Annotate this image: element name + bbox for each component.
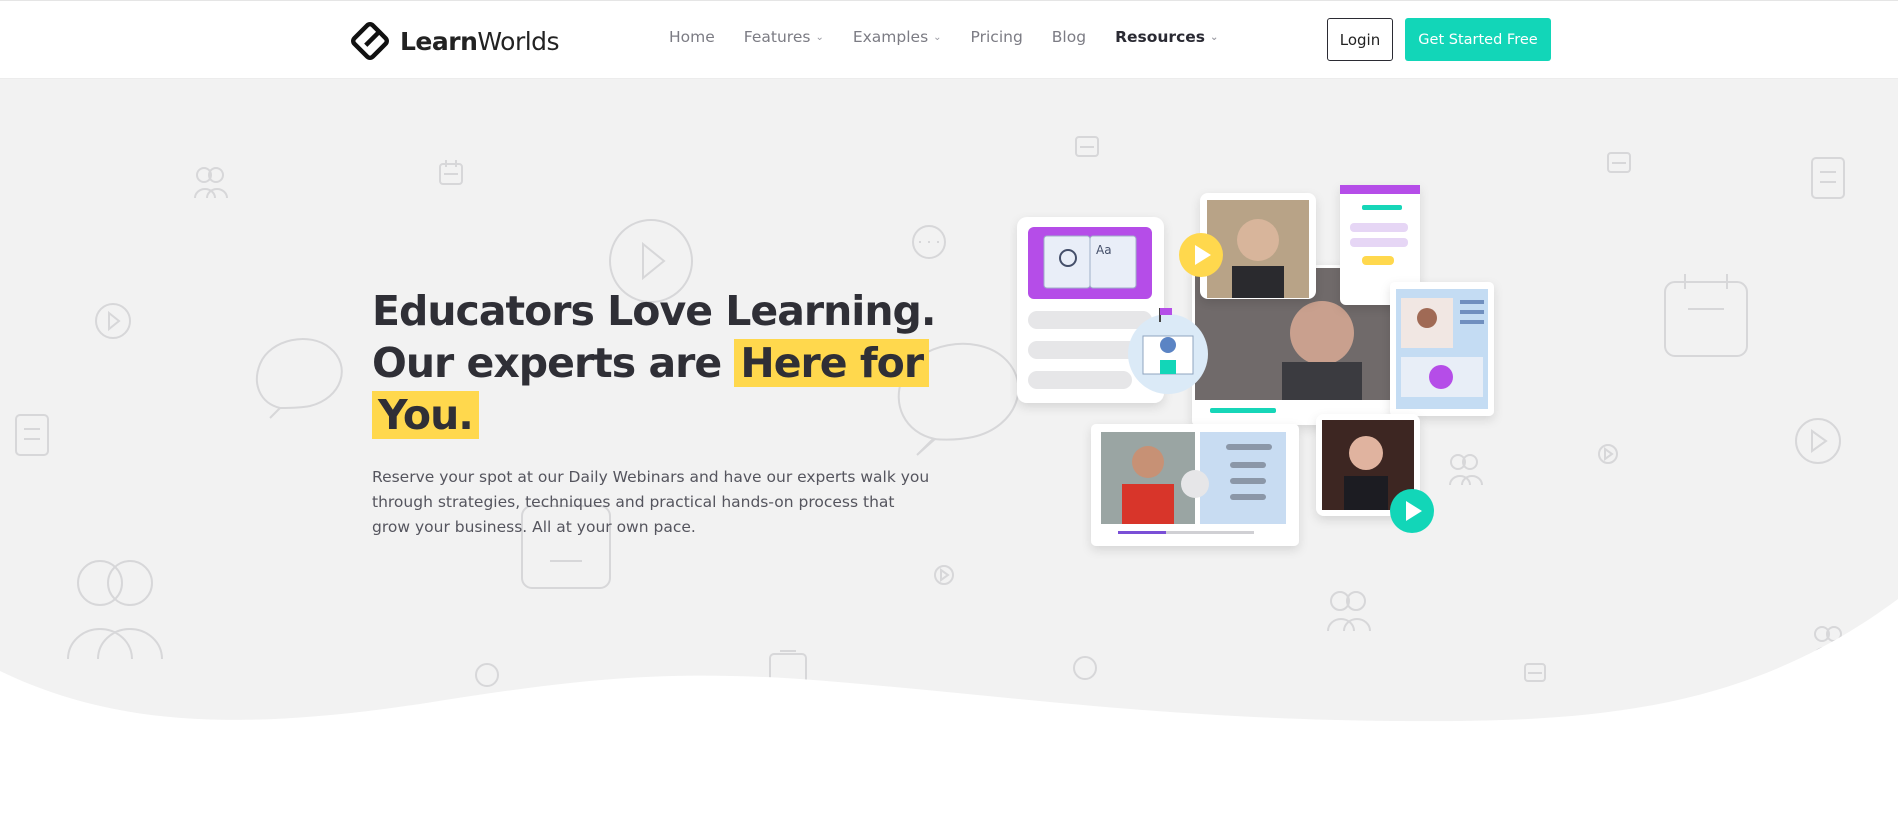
hero-section: Educators Love Learning. Our experts are… [0,79,1898,828]
nav-features[interactable]: Features ⌄ [744,28,824,46]
headline-highlight: Here for [734,339,930,387]
nav-pricing[interactable]: Pricing [971,28,1023,46]
nav-resources[interactable]: Resources ⌄ [1115,28,1218,46]
svg-text:Aa: Aa [1096,243,1112,257]
hero-headline: Educators Love Learning. Our experts are… [372,285,936,441]
video-lesson-card-left [1091,424,1299,546]
learnworlds-logo-icon [351,22,389,60]
nav-examples[interactable]: Examples ⌄ [853,28,942,46]
nav-blog[interactable]: Blog [1052,28,1086,46]
get-started-button[interactable]: Get Started Free [1405,18,1551,61]
hero-subtitle: Reserve your spot at our Daily Webinars … [372,468,930,536]
main-menu: Home Features ⌄ Examples ⌄ Pricing Blog Re… [669,28,1247,46]
nav-home[interactable]: Home [669,28,715,46]
headline-highlight: You. [372,391,479,439]
webinar-collage-illustration: Aa [1017,185,1494,546]
chevron-down-icon: ⌄ [933,31,942,43]
headline-line-1: Educators Love Learning. [372,287,936,335]
video-lesson-card-right [1390,282,1494,416]
brand-name: LearnWorlds [400,26,560,56]
headline-line-2: Our experts are Here for [372,337,930,389]
top-navigation: LearnWorlds Home Features ⌄ Examples ⌄ Pri… [0,0,1898,79]
hero-wave-divider [0,599,1898,828]
chevron-down-icon: ⌄ [1210,31,1219,43]
chevron-down-icon: ⌄ [815,31,824,43]
headline-line-3: You. [372,389,892,441]
brand-logo[interactable]: LearnWorlds [350,21,560,61]
login-button[interactable]: Login [1327,18,1393,61]
